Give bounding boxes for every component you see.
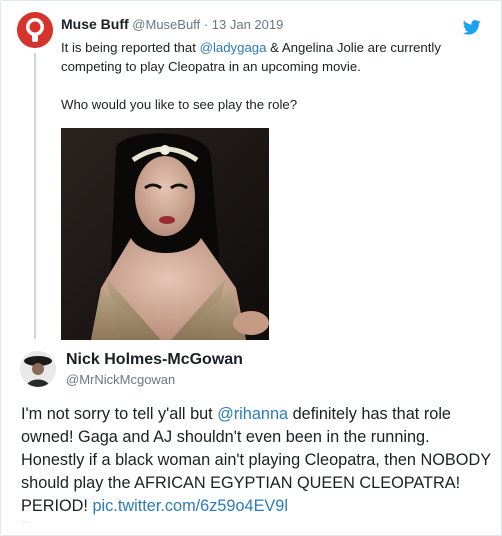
quoted-author-handle[interactable]: @MuseBuff bbox=[132, 17, 200, 32]
nick-avatar[interactable] bbox=[20, 351, 56, 387]
mention-rihanna-link[interactable]: @rihanna bbox=[217, 405, 288, 423]
quoted-question: Who would you like to see play the role? bbox=[61, 97, 298, 112]
pic-link[interactable]: pic.twitter.com/6z59o4EV9l bbox=[92, 497, 287, 515]
photo-illustration bbox=[61, 128, 269, 340]
header-separator: · bbox=[203, 17, 209, 32]
quoted-author-name[interactable]: Muse Buff bbox=[61, 16, 129, 32]
muse-buff-avatar[interactable] bbox=[17, 12, 53, 48]
main-tweet-text: I'm not sorry to tell y'all but @rihanna… bbox=[21, 403, 491, 518]
main-author-handle[interactable]: @MrNickMcgowan bbox=[66, 372, 175, 387]
quoted-tweet-photo[interactable] bbox=[61, 128, 269, 340]
avatar-photo-icon bbox=[20, 351, 56, 387]
thread-connector-line bbox=[34, 53, 36, 339]
twitter-bird-icon[interactable] bbox=[463, 18, 481, 36]
mention-ladygaga-link[interactable]: @ladygaga bbox=[200, 40, 267, 55]
quoted-text-before: It is being reported that bbox=[61, 40, 200, 55]
bottom-edge-divider bbox=[20, 521, 30, 528]
quoted-tweet-text: It is being reported that @ladygaga & An… bbox=[61, 38, 471, 114]
muse-buff-avatar-icon bbox=[17, 12, 53, 48]
quoted-tweet-date[interactable]: 13 Jan 2019 bbox=[212, 17, 284, 32]
quoted-tweet-header: Muse Buff @MuseBuff · 13 Jan 2019 bbox=[61, 15, 283, 34]
tweet-embed-card: Muse Buff @MuseBuff · 13 Jan 2019 It is … bbox=[0, 0, 502, 536]
main-author-name[interactable]: Nick Holmes-McGowan bbox=[66, 351, 243, 369]
main-text-before: I'm not sorry to tell y'all but bbox=[21, 405, 218, 423]
